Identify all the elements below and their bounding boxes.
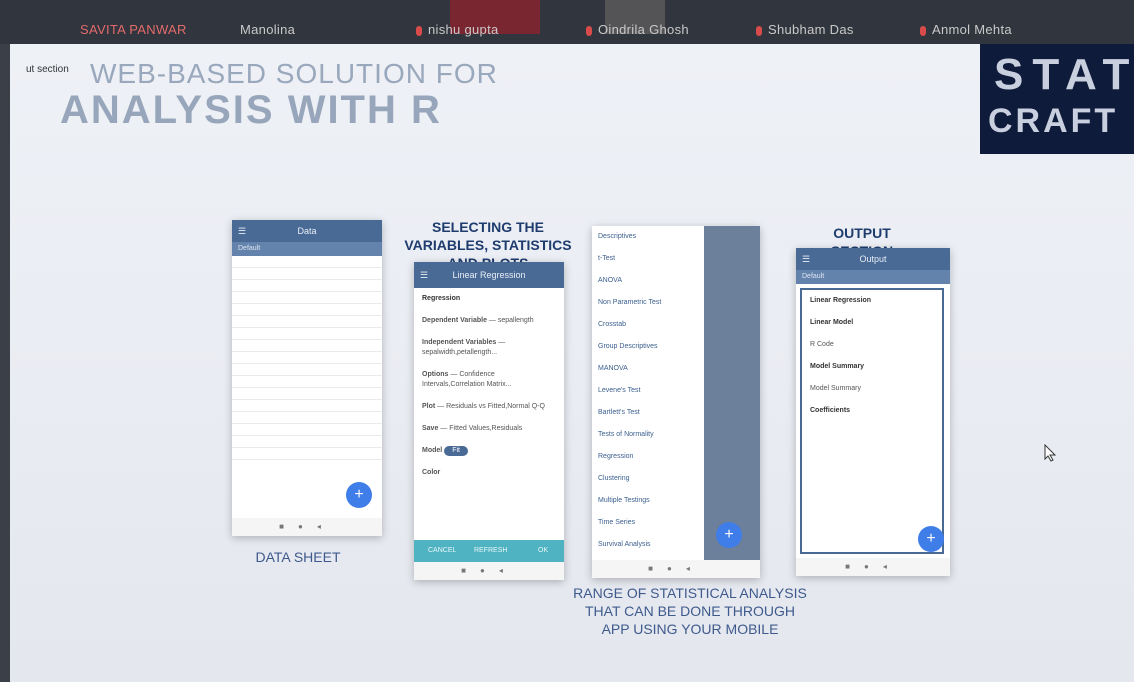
option-row[interactable]: Color xyxy=(414,462,564,484)
caption-range: RANGE OF STATISTICAL ANALYSIS THAT CAN B… xyxy=(573,585,807,637)
add-fab-button[interactable]: + xyxy=(716,522,742,548)
background-data-panel xyxy=(704,226,760,560)
menu-item[interactable]: Multiple Testings xyxy=(592,490,704,512)
menu-item[interactable]: Levene's Test xyxy=(592,380,704,402)
menu-item[interactable]: Tests of Normality xyxy=(592,424,704,446)
mic-muted-icon xyxy=(756,25,762,36)
option-row[interactable]: Save — Fitted Values,Residuals xyxy=(414,418,564,440)
data-row xyxy=(232,304,382,316)
output-heading: Coefficients xyxy=(810,407,851,414)
android-nav-bar[interactable]: ■●◂ xyxy=(232,518,382,536)
menu-item[interactable]: MANOVA xyxy=(592,358,704,380)
android-nav-bar[interactable]: ■●◂ xyxy=(796,558,950,576)
mic-muted-icon xyxy=(920,25,926,36)
output-code-label: R Code xyxy=(810,341,834,348)
phone-subheader: Default xyxy=(232,242,382,256)
section-label: Regression xyxy=(422,295,461,302)
menu-item[interactable]: Survival Analysis xyxy=(592,534,704,556)
data-row xyxy=(232,436,382,448)
output-panel: Linear Regression Linear Model R Code Mo… xyxy=(800,288,944,554)
menu-item[interactable]: t-Test xyxy=(592,248,704,270)
menu-item[interactable]: Bartlett's Test xyxy=(592,402,704,424)
android-nav-bar[interactable]: ■●◂ xyxy=(592,560,760,578)
menu-item[interactable]: Regression xyxy=(592,446,704,468)
presentation-slide: ut section WEB-BASED SOLUTION FOR ANALYS… xyxy=(10,44,1134,682)
data-row xyxy=(232,328,382,340)
meeting-participants-bar: SAVITA PANWAR Manolina nishu gupta Oindr… xyxy=(0,0,1134,44)
option-row[interactable]: Options — Confidence Intervals,Correlati… xyxy=(414,364,564,396)
logo-line1: STAT xyxy=(994,50,1134,99)
output-table-title: Model Summary xyxy=(810,385,861,392)
output-heading: Linear Regression xyxy=(810,297,872,304)
data-row xyxy=(232,412,382,424)
mic-muted-icon xyxy=(416,25,422,36)
action-footer: CANCEL REFRESH OK xyxy=(414,540,564,562)
phone-regression: ☰ Linear Regression Regression Dependent … xyxy=(414,262,564,580)
phone-output: ☰ Output Default Linear Regression Linear… xyxy=(796,248,950,576)
mic-muted-icon xyxy=(586,25,592,36)
menu-item[interactable]: ANOVA xyxy=(592,270,704,292)
menu-item[interactable]: Descriptives xyxy=(592,226,704,248)
logo-line2: CRAFT xyxy=(988,102,1119,140)
data-row xyxy=(232,388,382,400)
slide-title-line1: WEB-BASED SOLUTION FOR xyxy=(90,58,498,89)
slide-title-line2: ANALYSIS WITH R xyxy=(60,88,442,132)
caption-datasheet: DATA SHEET xyxy=(255,549,341,565)
option-row[interactable]: Plot — Residuals vs Fitted,Normal Q-Q xyxy=(414,396,564,418)
data-row xyxy=(232,400,382,412)
data-row xyxy=(232,340,382,352)
add-fab-button[interactable]: + xyxy=(346,482,372,508)
mouse-cursor-icon xyxy=(1044,444,1057,462)
refresh-button[interactable]: REFRESH xyxy=(474,540,507,562)
phone-subheader: Default xyxy=(796,270,950,284)
data-row xyxy=(232,256,382,268)
phone-analysis-menu: Descriptives t-Test ANOVA Non Parametric… xyxy=(592,226,760,578)
data-row xyxy=(232,316,382,328)
overlay-tooltip: ut section xyxy=(26,64,69,75)
participant-name: Shubham Das xyxy=(756,22,854,37)
option-row[interactable]: Dependent Variable — sepallength xyxy=(414,310,564,332)
phone-header: ☰ Output xyxy=(796,248,950,270)
participant-name: SAVITA PANWAR xyxy=(80,22,187,37)
analysis-menu: Descriptives t-Test ANOVA Non Parametric… xyxy=(592,226,704,556)
output-heading: Model Summary xyxy=(810,363,865,370)
data-row xyxy=(232,448,382,460)
participant-name: nishu gupta xyxy=(416,22,499,37)
data-row xyxy=(232,376,382,388)
data-row xyxy=(232,364,382,376)
statcraft-logo: STAT CRAFT xyxy=(980,44,1134,154)
data-row xyxy=(232,424,382,436)
hamburger-icon: ☰ xyxy=(420,270,429,280)
data-row xyxy=(232,268,382,280)
data-row xyxy=(232,280,382,292)
participant-name: Anmol Mehta xyxy=(920,22,1012,37)
cancel-button[interactable]: CANCEL xyxy=(428,540,456,562)
output-heading: Linear Model xyxy=(810,319,854,326)
participant-name: Manolina xyxy=(240,22,296,37)
option-row[interactable]: Independent Variables — sepalwidth,petal… xyxy=(414,332,564,364)
menu-item[interactable]: Group Descriptives xyxy=(592,336,704,358)
menu-item[interactable]: Crosstab xyxy=(592,314,704,336)
menu-item[interactable]: Clustering xyxy=(592,468,704,490)
add-fab-button[interactable]: + xyxy=(918,526,944,552)
ok-button[interactable]: OK xyxy=(538,540,548,562)
hamburger-icon: ☰ xyxy=(802,254,811,264)
phone-data-sheet: ☰ Data Default + ■●◂ xyxy=(232,220,382,536)
data-row xyxy=(232,352,382,364)
android-nav-bar[interactable]: ■●◂ xyxy=(414,562,564,580)
phone-header: ☰ Data xyxy=(232,220,382,242)
participant-name: Oindrila Ghosh xyxy=(586,22,689,37)
model-toggle-row[interactable]: Model Fit xyxy=(414,440,564,462)
phone-header: ☰ Linear Regression xyxy=(414,262,564,288)
hamburger-icon: ☰ xyxy=(238,226,247,236)
menu-item[interactable]: Non Parametric Test xyxy=(592,292,704,314)
data-row xyxy=(232,292,382,304)
menu-item[interactable]: Time Series xyxy=(592,512,704,534)
